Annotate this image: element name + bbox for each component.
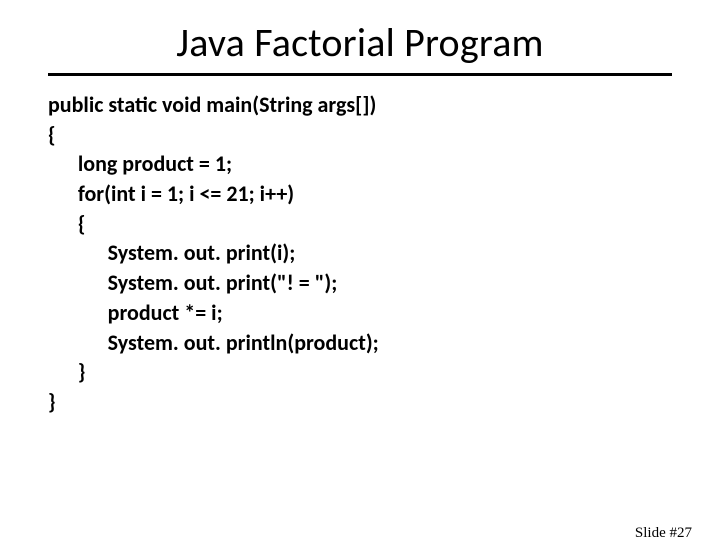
code-line: for(int i = 1; i <= 21; i++) bbox=[48, 180, 294, 207]
code-line: long product = 1; bbox=[48, 150, 232, 177]
code-line: } bbox=[48, 388, 56, 415]
slide-title: Java Factorial Program bbox=[0, 18, 720, 67]
code-line: System. out. print(i); bbox=[48, 239, 295, 266]
code-line: { bbox=[48, 121, 56, 148]
title-underline bbox=[48, 73, 672, 76]
code-line: { bbox=[48, 210, 85, 237]
code-line: System. out. print("! = "); bbox=[48, 269, 337, 296]
slide-number: Slide #27 bbox=[635, 525, 692, 540]
code-line: product *= i; bbox=[48, 299, 223, 326]
slide: Java Factorial Program public static voi… bbox=[0, 18, 720, 540]
code-line: public static void main(String args[]) bbox=[48, 91, 376, 118]
code-line: System. out. println(product); bbox=[48, 329, 379, 356]
code-block: public static void main(String args[]) {… bbox=[48, 90, 720, 417]
code-line: } bbox=[48, 358, 85, 385]
